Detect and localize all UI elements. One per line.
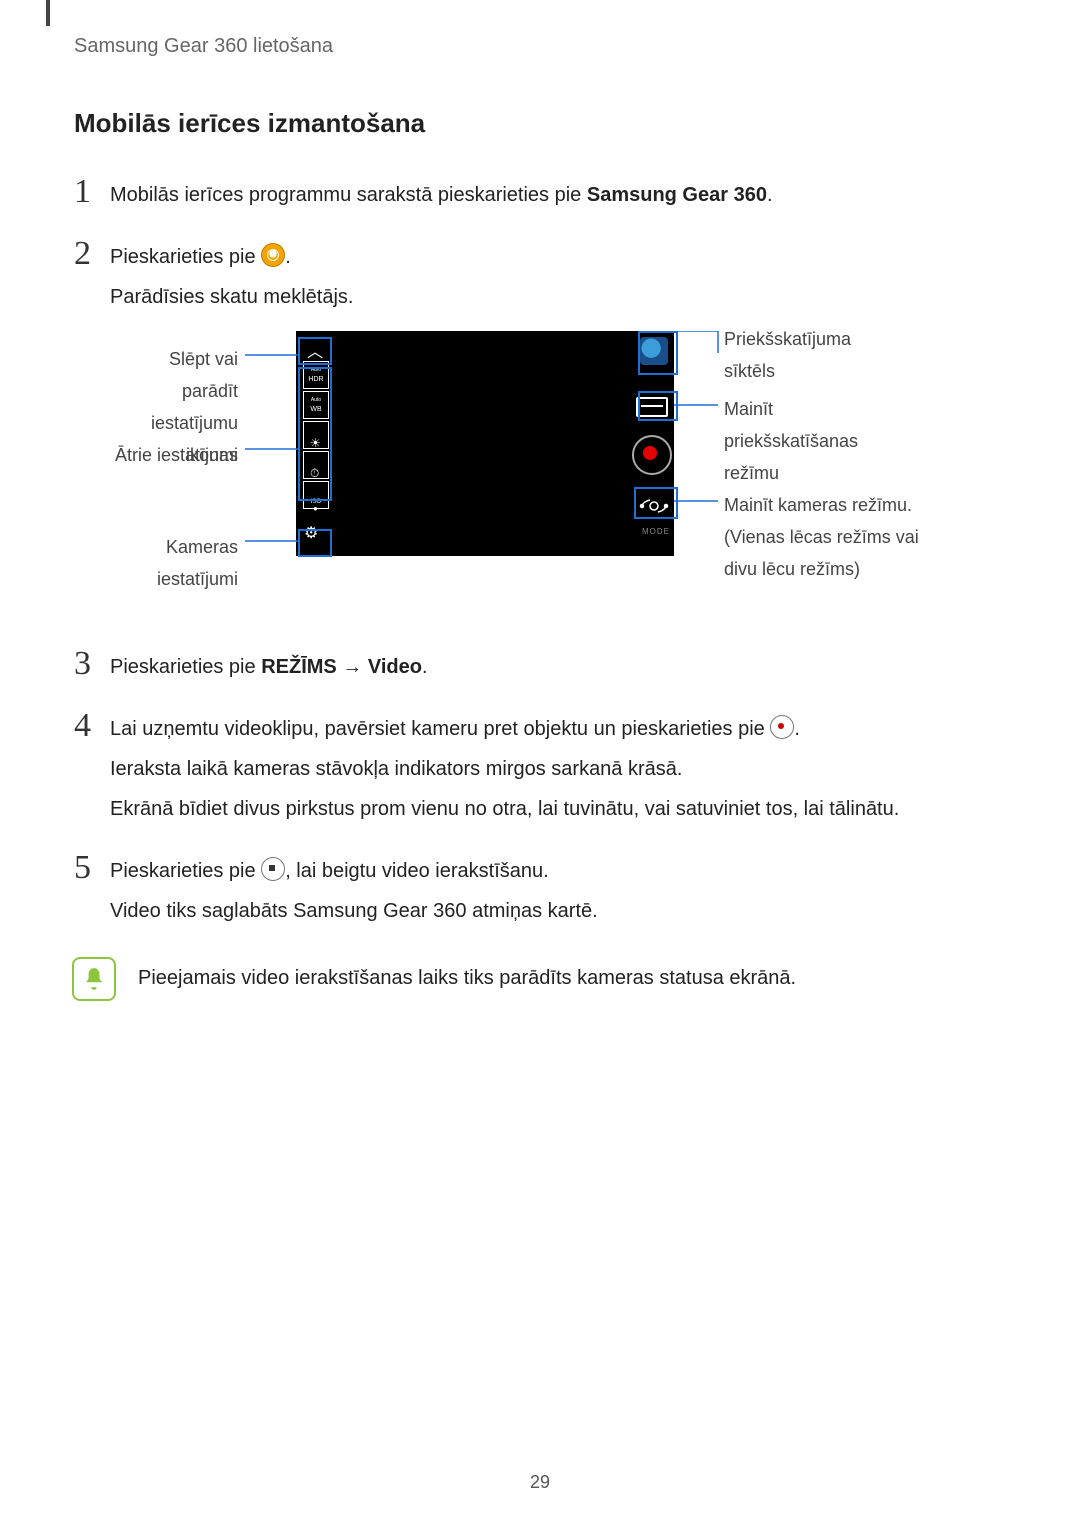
step-3-d: . bbox=[422, 656, 428, 678]
callout-view: Mainīt priekšskatīšanas režīmu bbox=[724, 393, 904, 489]
page-content: Mobilās ierīces izmantošana 1 Mobilās ie… bbox=[74, 108, 1004, 1001]
callout-quick: Ātrie iestatījumi bbox=[110, 439, 238, 471]
step-3-a: Pieskarieties pie bbox=[110, 656, 261, 678]
step-number: 5 bbox=[74, 851, 110, 885]
step-5-p2: Video tiks saglabāts Samsung Gear 360 at… bbox=[110, 895, 1004, 927]
step-number: 2 bbox=[74, 237, 110, 271]
step-4-a: Lai uzņemtu videoklipu, pavērsiet kameru… bbox=[110, 718, 770, 740]
note-row: Pieejamais video ierakstīšanas laiks tik… bbox=[72, 957, 1004, 1001]
callout-settings: Kameras iestatījumi bbox=[110, 531, 238, 595]
step-2-sub: Parādīsies skatu meklētājs. bbox=[110, 281, 1004, 313]
bell-icon bbox=[72, 957, 116, 1001]
record-icon bbox=[770, 715, 794, 739]
step-3: 3 Pieskarieties pie REŽĪMS → Video. bbox=[74, 647, 1004, 691]
step-number: 3 bbox=[74, 647, 110, 681]
step-body: Pieskarieties pie . Parādīsies skatu mek… bbox=[110, 237, 1004, 619]
step-number: 1 bbox=[74, 175, 110, 209]
viewfinder-diagram: ︿ HDRAuto WBAuto ISO ⚙ MODE bbox=[110, 331, 1004, 611]
step-number: 4 bbox=[74, 709, 110, 743]
step-body: Pieskarieties pie REŽĪMS → Video. bbox=[110, 647, 1004, 691]
step-2: 2 Pieskarieties pie . Parādīsies skatu m… bbox=[74, 237, 1004, 619]
section-title: Mobilās ierīces izmantošana bbox=[74, 108, 1004, 139]
note-text: Pieejamais video ierakstīšanas laiks tik… bbox=[138, 957, 796, 993]
step-3-c: Video bbox=[368, 656, 422, 678]
camera-icon bbox=[261, 243, 285, 267]
step-body: Lai uzņemtu videoklipu, pavērsiet kameru… bbox=[110, 709, 1004, 833]
step-2-text-a: Pieskarieties pie bbox=[110, 246, 261, 268]
step-1-text-b: Samsung Gear 360 bbox=[587, 184, 767, 206]
stop-icon bbox=[261, 857, 285, 881]
page-top-marker bbox=[46, 0, 50, 26]
step-1-text-a: Mobilās ierīces programmu sarakstā piesk… bbox=[110, 184, 587, 206]
step-3-arrow: → bbox=[337, 656, 368, 678]
page-number: 29 bbox=[0, 1472, 1080, 1493]
step-3-b: REŽĪMS bbox=[261, 656, 337, 678]
step-body: Pieskarieties pie , lai beigtu video ier… bbox=[110, 851, 1004, 935]
step-body: Mobilās ierīces programmu sarakstā piesk… bbox=[110, 175, 1004, 219]
callout-switch: Mainīt kameras režīmu. (Vienas lēcas rež… bbox=[724, 489, 944, 585]
step-5: 5 Pieskarieties pie , lai beigtu video i… bbox=[74, 851, 1004, 935]
step-5-a: Pieskarieties pie bbox=[110, 860, 261, 882]
step-2-text-b: . bbox=[285, 246, 291, 268]
step-5-b: , lai beigtu video ierakstīšanu. bbox=[285, 860, 549, 882]
step-1: 1 Mobilās ierīces programmu sarakstā pie… bbox=[74, 175, 1004, 219]
step-4-p2: Ieraksta laikā kameras stāvokļa indikato… bbox=[110, 753, 1004, 785]
step-4: 4 Lai uzņemtu videoklipu, pavērsiet kame… bbox=[74, 709, 1004, 833]
step-1-text-c: . bbox=[767, 184, 773, 206]
step-4-b: . bbox=[794, 718, 800, 740]
callout-thumb: Priekšskatījuma sīktēls bbox=[724, 323, 904, 387]
step-4-p3: Ekrānā bīdiet divus pirkstus prom vienu … bbox=[110, 793, 1004, 825]
running-head: Samsung Gear 360 lietošana bbox=[74, 35, 333, 58]
